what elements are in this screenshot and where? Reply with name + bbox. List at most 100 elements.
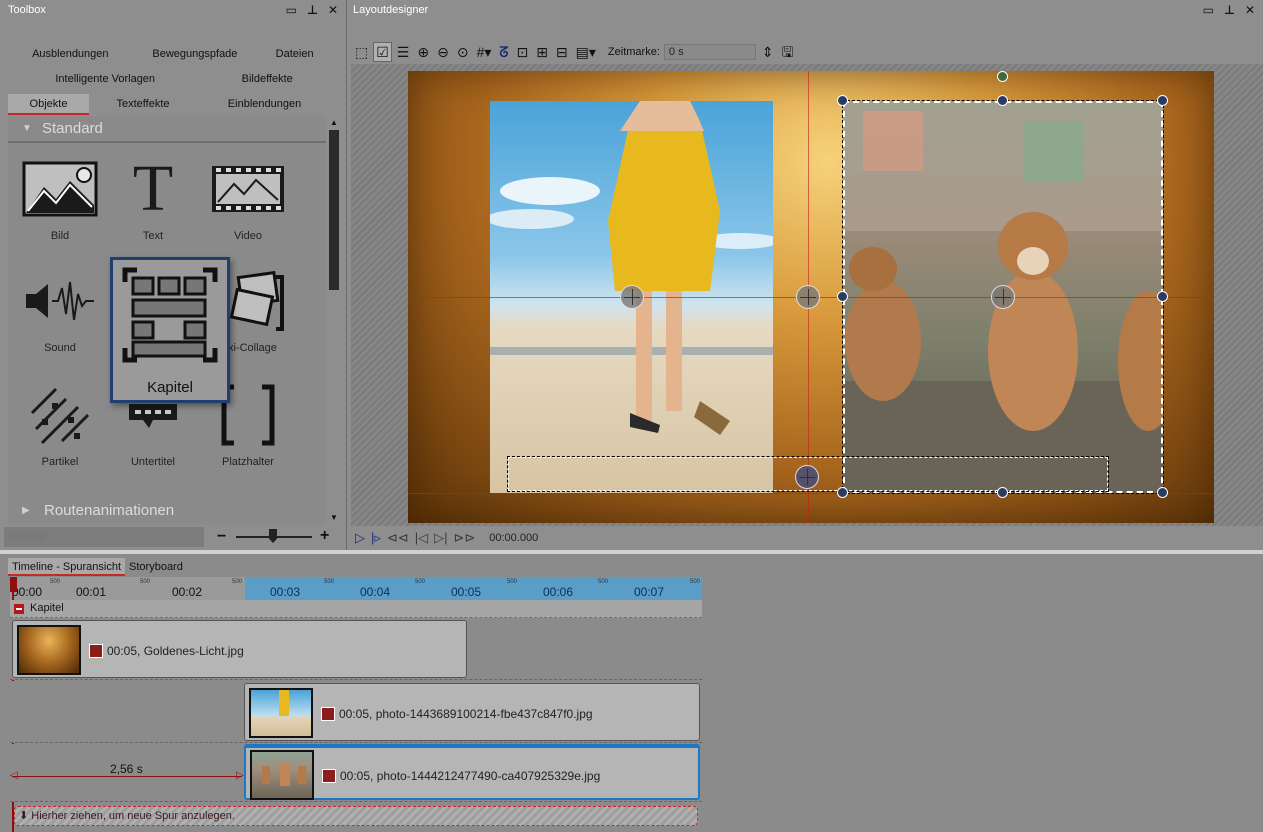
select-tool-icon[interactable]: ⬚ [353, 43, 370, 61]
anchor-point-icon[interactable] [620, 285, 644, 309]
maximize-icon[interactable]: ▭ [286, 3, 297, 17]
resize-handle-left[interactable] [837, 291, 848, 302]
image-file-icon [321, 707, 335, 721]
kapitel-group-label: Kapitel [30, 602, 64, 614]
toolbox-tabs-row-3: Objekte Texteffekte Einblendungen [8, 94, 332, 115]
pin-icon[interactable]: ⊥ [1224, 3, 1235, 17]
zoom-in-icon[interactable]: ⊕ [415, 43, 431, 61]
check-tool-icon[interactable]: ☑ [373, 42, 392, 62]
anchor-point-icon[interactable] [991, 285, 1015, 309]
resize-handle-top[interactable] [997, 95, 1008, 106]
align-tool-icon[interactable]: ☰ [395, 43, 412, 61]
new-track-drop-zone[interactable]: ⬇ Hierher ziehen, um neue Spur anzulegen… [14, 806, 698, 826]
zeitmarke-input[interactable] [663, 44, 756, 60]
object-text[interactable]: T Text [105, 152, 201, 243]
expand-down-icon: ▼ [22, 123, 32, 134]
tab-texteffekte[interactable]: Texteffekte [89, 94, 197, 115]
zoom-in-icon[interactable]: + [320, 527, 329, 545]
dragged-kapitel-object[interactable]: Kapitel [110, 257, 230, 403]
fast-forward-icon[interactable]: ⊳⊳ [453, 530, 475, 546]
object-bild-label: Bild [50, 230, 70, 242]
clip-label: 00:05, photo-1443689100214-fbe437c847f0.… [339, 707, 593, 721]
tab-intelligente-vorlagen[interactable]: Intelligente Vorlagen [8, 69, 202, 90]
ruler-label: 00:03 [270, 585, 301, 599]
spin-arrows-icon[interactable]: ⇕ [760, 43, 776, 61]
object-partikel[interactable]: Partikel [12, 378, 108, 468]
resize-handle-right[interactable] [1157, 291, 1168, 302]
resize-handle-top-left[interactable] [837, 95, 848, 106]
track-row: 00:05, Goldenes-Licht.jpg [10, 618, 702, 680]
tab-ausblendungen[interactable]: Ausblendungen [8, 44, 133, 65]
timeline-ruler[interactable]: 00:00 00:01 00:02 00:03 00:04 00:05 00:0… [10, 577, 702, 600]
pin-icon[interactable]: ⊥ [307, 3, 318, 17]
designer-toolbar: ⬚ ☑ ☰ ⊕ ⊖ ⊙ #▾ ᘔ ⊡ ⊞ ⊟ ▤▾ Zeitmarke: ⇕ 🖫 [347, 40, 1263, 64]
path-icon[interactable]: ᘔ [497, 43, 510, 61]
resize-handle-top-right[interactable] [1157, 95, 1168, 106]
next-marker-icon[interactable]: ▷| [434, 530, 447, 546]
fit-frame-icon[interactable]: ⊡ [514, 43, 530, 61]
object-partikel-label: Partikel [41, 456, 79, 468]
guide-horizontal-bottom [408, 493, 1214, 494]
section-standard[interactable]: ▼ Standard [8, 118, 326, 140]
arrow-right-icon: ▷ [236, 770, 244, 781]
maximize-icon[interactable]: ▭ [1203, 3, 1214, 17]
previous-marker-icon[interactable]: |◁ [415, 530, 428, 546]
sound-icon [12, 264, 108, 338]
object-video[interactable]: Video [200, 152, 296, 242]
remove-frame-icon[interactable]: ⊟ [554, 43, 570, 61]
kapitel-group-row[interactable]: Kapitel [10, 600, 702, 618]
zoom-fit-icon[interactable]: ⊙ [455, 43, 471, 61]
ruler-sub-label: 500 [507, 579, 518, 585]
grid-icon[interactable]: #▾ [475, 43, 494, 61]
tab-dateien[interactable]: Dateien [257, 44, 332, 65]
clip-label: 00:05, photo-1444212477490-ca407925329e.… [340, 769, 601, 783]
object-bild[interactable]: Bild [12, 152, 108, 242]
zeitmarke-label: Zeitmarke: [607, 46, 660, 58]
zoom-slider-thumb[interactable] [269, 529, 277, 543]
object-sound[interactable]: Sound [12, 264, 108, 354]
anchor-point-icon[interactable] [795, 465, 819, 489]
rotation-handle[interactable] [997, 71, 1008, 82]
play-from-start-icon[interactable]: |▹ [371, 530, 381, 546]
scrollbar-thumb[interactable] [329, 130, 339, 290]
tab-bewegungspfade[interactable]: Bewegungspfade [133, 44, 258, 65]
toolbox-panel: Toolbox ▭ ⊥ ✕ Ausblendungen Bewegungspfa… [0, 0, 347, 550]
collapse-icon[interactable] [14, 604, 24, 614]
play-icon[interactable]: ▷ [355, 530, 365, 546]
resize-handle-bottom-right[interactable] [1157, 487, 1168, 498]
panel-splitter[interactable] [0, 550, 1263, 554]
image-file-icon [322, 769, 336, 783]
clip-photo-woman[interactable]: 00:05, photo-1443689100214-fbe437c847f0.… [244, 683, 700, 741]
resize-handle-bottom-left[interactable] [837, 487, 848, 498]
stage-background-golden-light[interactable] [408, 71, 1214, 523]
tab-einblendungen[interactable]: Einblendungen [197, 94, 332, 115]
toolbox-scrollbar[interactable]: ▲ ▼ [327, 116, 341, 524]
search-input[interactable] [4, 527, 204, 547]
tab-storyboard[interactable]: Storyboard [125, 558, 187, 576]
ruler-sub-label: 500 [232, 579, 243, 585]
zoom-out-icon[interactable]: ⊖ [435, 43, 451, 61]
design-canvas[interactable] [351, 64, 1263, 526]
clip-photo-puppies[interactable]: 00:05, photo-1444212477490-ca407925329e.… [244, 744, 700, 800]
toolbox-search-row: − + [0, 526, 347, 548]
zoom-out-icon[interactable]: − [217, 528, 226, 546]
add-frame-icon[interactable]: ⊞ [534, 43, 550, 61]
close-icon[interactable]: ✕ [1245, 3, 1255, 17]
anchor-point-icon[interactable] [796, 285, 820, 309]
rewind-icon[interactable]: ⊲⊲ [387, 530, 409, 546]
tab-objekte[interactable]: Objekte [8, 94, 89, 115]
save-icon[interactable]: 🖫 [780, 43, 796, 61]
scroll-up-icon[interactable]: ▲ [330, 118, 338, 127]
ruler-label: 00:07 [634, 585, 665, 599]
close-icon[interactable]: ✕ [328, 3, 338, 17]
section-routenanimationen[interactable]: ▶ Routenanimationen [8, 500, 326, 522]
tab-timeline-spuransicht[interactable]: Timeline - Spuransicht [8, 558, 126, 576]
clip-goldenes-licht[interactable]: 00:05, Goldenes-Licht.jpg [12, 620, 467, 678]
section-divider [8, 141, 326, 143]
clip-label: 00:05, Goldenes-Licht.jpg [107, 644, 244, 658]
tab-bildeffekte[interactable]: Bildeffekte [202, 69, 332, 90]
layout-menu-icon[interactable]: ▤▾ [574, 43, 598, 61]
track-row: 00:05, photo-1443689100214-fbe437c847f0.… [10, 681, 702, 743]
scroll-down-icon[interactable]: ▼ [330, 513, 338, 522]
resize-handle-bottom[interactable] [997, 487, 1008, 498]
